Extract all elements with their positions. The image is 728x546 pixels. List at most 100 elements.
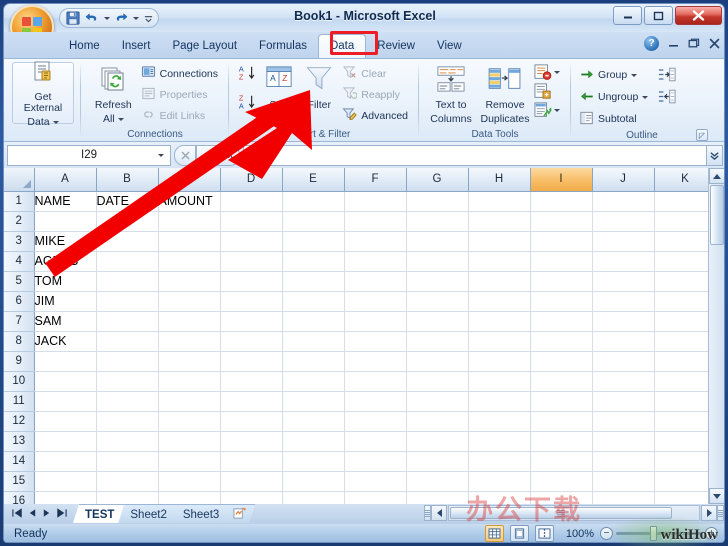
cell-J10[interactable] (592, 371, 655, 392)
cell-A1[interactable]: NAME (34, 191, 97, 212)
cell-K1[interactable] (654, 191, 717, 212)
enter-formula-button[interactable] (196, 144, 218, 166)
cell-A11[interactable] (34, 391, 97, 412)
tab-insert[interactable]: Insert (111, 35, 162, 58)
cell-D4[interactable] (220, 251, 283, 272)
cell-I6[interactable] (530, 291, 593, 312)
cell-E10[interactable] (282, 371, 345, 392)
cell-H3[interactable] (468, 231, 531, 252)
row-header-5[interactable]: 5 (4, 271, 35, 292)
cell-C6[interactable] (158, 291, 221, 312)
column-header-h[interactable]: H (468, 168, 531, 192)
scroll-left-button[interactable] (431, 505, 447, 521)
cell-F15[interactable] (344, 471, 407, 492)
cell-K4[interactable] (654, 251, 717, 272)
cell-F7[interactable] (344, 311, 407, 332)
cell-I7[interactable] (530, 311, 593, 332)
horizontal-scroll-thumb[interactable] (450, 507, 672, 519)
cell-K8[interactable] (654, 331, 717, 352)
cell-B16[interactable] (96, 491, 159, 504)
row-header-15[interactable]: 15 (4, 471, 35, 492)
cell-C11[interactable] (158, 391, 221, 412)
worksheet-grid[interactable]: ABCDEFGHIJK 1 NAME DATE AMOUNT 2 3 MIKE 4 AGNES 5… (4, 168, 724, 504)
data-validation-button[interactable] (534, 64, 560, 81)
reapply-filter-button[interactable]: Reapply (340, 85, 412, 105)
cell-C12[interactable] (158, 411, 221, 432)
cell-D7[interactable] (220, 311, 283, 332)
cell-A15[interactable] (34, 471, 97, 492)
cell-E13[interactable] (282, 431, 345, 452)
cell-C15[interactable] (158, 471, 221, 492)
help-icon[interactable]: ? (644, 36, 659, 51)
cell-I3[interactable] (530, 231, 593, 252)
close-ribbon-icon[interactable] (709, 38, 720, 49)
cell-H6[interactable] (468, 291, 531, 312)
ungroup-button[interactable]: Ungroup (578, 87, 652, 107)
cell-B8[interactable] (96, 331, 159, 352)
filter-button[interactable]: Filter (298, 62, 340, 114)
cell-F1[interactable] (344, 191, 407, 212)
cell-G3[interactable] (406, 231, 469, 252)
cell-J8[interactable] (592, 331, 655, 352)
sort-descending-icon[interactable]: Z A (238, 93, 258, 118)
cell-G8[interactable] (406, 331, 469, 352)
cell-D15[interactable] (220, 471, 283, 492)
cell-K12[interactable] (654, 411, 717, 432)
cell-I5[interactable] (530, 271, 593, 292)
cell-A9[interactable] (34, 351, 97, 372)
cell-J6[interactable] (592, 291, 655, 312)
get-external-data-button[interactable]: Get External Data (12, 61, 74, 127)
cell-J16[interactable] (592, 491, 655, 504)
tab-review[interactable]: Review (366, 35, 426, 58)
remove-duplicates-button[interactable]: Remove Duplicates (476, 62, 534, 127)
hide-detail-icon[interactable] (658, 89, 676, 104)
cell-D2[interactable] (220, 211, 283, 232)
cell-E12[interactable] (282, 411, 345, 432)
zoom-thumb[interactable] (650, 526, 657, 541)
name-box-dropdown-icon[interactable] (158, 153, 164, 157)
sort-ascending-icon[interactable]: A Z (238, 64, 258, 89)
edit-links-button[interactable]: Edit Links (139, 106, 222, 126)
cell-H8[interactable] (468, 331, 531, 352)
row-header-6[interactable]: 6 (4, 291, 35, 312)
cell-A5[interactable]: TOM (34, 271, 97, 292)
cell-D3[interactable] (220, 231, 283, 252)
cell-F8[interactable] (344, 331, 407, 352)
previous-sheet-button[interactable] (28, 505, 37, 523)
cell-A2[interactable] (34, 211, 97, 232)
cell-C4[interactable] (158, 251, 221, 272)
cell-A7[interactable]: SAM (34, 311, 97, 332)
cell-B4[interactable] (96, 251, 159, 272)
restore-ribbon-icon[interactable] (688, 38, 700, 49)
cell-F16[interactable] (344, 491, 407, 504)
cell-E4[interactable] (282, 251, 345, 272)
cell-J5[interactable] (592, 271, 655, 292)
cell-H16[interactable] (468, 491, 531, 504)
cell-I8[interactable] (530, 331, 593, 352)
cell-G12[interactable] (406, 411, 469, 432)
hscroll-split-handle[interactable] (424, 505, 431, 521)
cell-B5[interactable] (96, 271, 159, 292)
cell-D13[interactable] (220, 431, 283, 452)
cell-F3[interactable] (344, 231, 407, 252)
row-header-8[interactable]: 8 (4, 331, 35, 352)
what-if-analysis-button[interactable] (534, 102, 560, 119)
consolidate-button[interactable] (534, 83, 560, 100)
cell-H2[interactable] (468, 211, 531, 232)
save-icon[interactable] (64, 10, 82, 27)
row-header-14[interactable]: 14 (4, 451, 35, 472)
cell-C10[interactable] (158, 371, 221, 392)
clear-filter-button[interactable]: Clear (340, 64, 412, 84)
restore-button[interactable] (644, 6, 673, 25)
tab-page-layout[interactable]: Page Layout (161, 35, 248, 58)
cell-H11[interactable] (468, 391, 531, 412)
cell-E3[interactable] (282, 231, 345, 252)
redo-dropdown-icon[interactable] (131, 10, 140, 27)
column-header-k[interactable]: K (654, 168, 717, 192)
cell-H5[interactable] (468, 271, 531, 292)
cell-H9[interactable] (468, 351, 531, 372)
cell-D8[interactable] (220, 331, 283, 352)
cell-G7[interactable] (406, 311, 469, 332)
group-dropdown-icon[interactable] (631, 73, 638, 77)
show-detail-icon[interactable] (658, 67, 676, 82)
